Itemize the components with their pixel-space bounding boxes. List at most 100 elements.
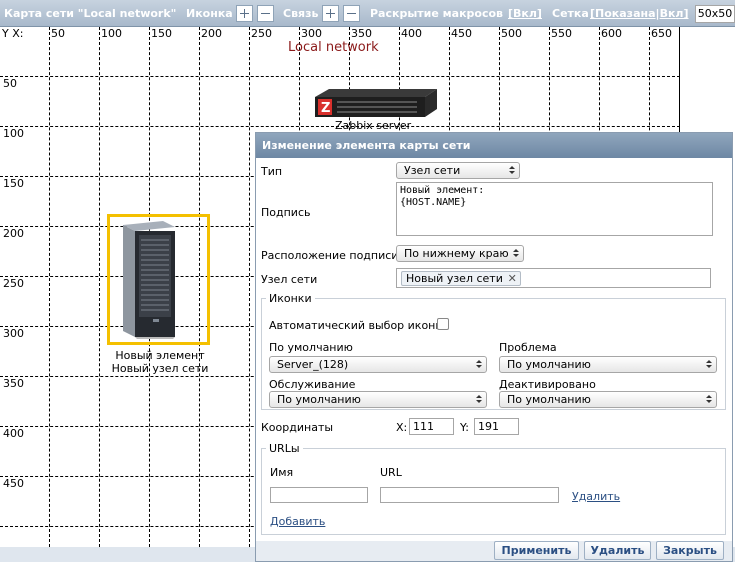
url-input[interactable]: [380, 487, 559, 503]
grid-on-link[interactable]: Вкл]: [660, 7, 689, 20]
auto-icon-checkbox[interactable]: [437, 318, 449, 330]
y-axis-tick-label: 400: [3, 427, 24, 440]
map-name-label: Карта сети "Local network": [4, 7, 177, 20]
remove-url-link[interactable]: Удалить: [572, 490, 620, 503]
urls-legend: URLы: [266, 442, 303, 455]
y-label: Y:: [460, 421, 469, 434]
x-coordinate-input[interactable]: [409, 418, 454, 435]
new-element-label-line2: Новый узел сети: [111, 362, 209, 375]
problem-icon-select[interactable]: По умолчанию: [499, 356, 717, 373]
disabled-icon-label: Деактивировано: [499, 378, 596, 391]
caption-label: Подпись: [261, 206, 311, 219]
y-coordinate-input[interactable]: [474, 418, 519, 435]
problem-icon-value: По умолчанию: [507, 358, 591, 371]
type-select[interactable]: Узел сети: [396, 162, 520, 179]
label-location-label: Расположение подписи: [261, 249, 399, 262]
apply-button[interactable]: Применить: [494, 541, 579, 560]
x-axis-tick-label: 100: [101, 27, 122, 40]
maintenance-icon-value: По умолчанию: [277, 393, 361, 406]
type-select-value: Узел сети: [404, 164, 461, 177]
x-axis-tick-label: 200: [201, 27, 222, 40]
grid-horizontal-line: [0, 76, 679, 77]
x-axis-tick-label: 600: [601, 27, 622, 40]
y-axis-tick-label: 350: [3, 377, 24, 390]
y-axis-tick-label: 50: [3, 77, 17, 90]
url-column: URL: [380, 466, 402, 479]
host-tag[interactable]: Новый узел сети ✕: [401, 271, 521, 286]
default-icon-value: Server_(128): [277, 358, 349, 371]
add-url-link[interactable]: Добавить: [270, 515, 325, 528]
x-axis-tick-label: 550: [551, 27, 572, 40]
x-axis-tick-label: 650: [651, 27, 672, 40]
new-element-label-line1: Новый элемент: [115, 349, 205, 362]
select-arrows-icon: [476, 360, 482, 369]
y-axis-tick-label: 150: [3, 177, 24, 190]
icons-legend: Иконки: [266, 292, 315, 305]
x-axis-tick-label: 250: [251, 27, 272, 40]
default-icon-select[interactable]: Server_(128): [269, 356, 487, 373]
axis-corner-label: Y X:: [2, 27, 24, 40]
x-axis-tick-label: 300: [301, 27, 322, 40]
link-label: Связь: [283, 7, 319, 20]
map-title: Local network: [288, 40, 379, 55]
close-button[interactable]: Закрыть: [656, 541, 724, 560]
disabled-icon-select[interactable]: По умолчанию: [499, 391, 717, 408]
grid-label: Сетка: [552, 7, 589, 20]
type-label: Тип: [261, 165, 283, 178]
edit-map-element-dialog: Изменение элемента карты сети Тип Узел с…: [255, 132, 733, 562]
remove-icon-button[interactable]: [257, 5, 274, 22]
y-axis-tick-label: 250: [3, 277, 24, 290]
disabled-icon-value: По умолчанию: [507, 393, 591, 406]
url-name-column: Имя: [270, 466, 294, 479]
label-location-select[interactable]: По нижнему краю: [396, 245, 524, 262]
maintenance-icon-select[interactable]: По умолчанию: [269, 391, 487, 408]
delete-button[interactable]: Удалить: [584, 541, 651, 560]
maintenance-icon-label: Обслуживание: [269, 378, 356, 391]
caption-textarea[interactable]: Новый элемент: {HOST.NAME}: [396, 182, 713, 236]
x-axis-tick-label: 450: [451, 27, 472, 40]
new-element[interactable]: [117, 219, 197, 339]
zabbix-server-element[interactable]: Z: [309, 87, 439, 119]
x-axis-tick-label: 350: [351, 27, 372, 40]
zabbix-server-label: Zabbix server: [335, 119, 412, 132]
host-label: Узел сети: [261, 273, 318, 286]
add-icon-button[interactable]: [236, 5, 253, 22]
x-axis-tick-label: 500: [501, 27, 522, 40]
select-arrows-icon: [476, 395, 482, 404]
dialog-title: Изменение элемента карты сети: [256, 133, 732, 158]
default-icon-label: По умолчанию: [269, 341, 353, 354]
x-axis-tick-label: 150: [151, 27, 172, 40]
select-arrows-icon: [706, 360, 712, 369]
macros-toggle-link[interactable]: [Вкл]: [508, 7, 542, 20]
select-arrows-icon: [513, 249, 519, 258]
y-axis-tick-label: 300: [3, 327, 24, 340]
remove-tag-icon[interactable]: ✕: [508, 272, 517, 285]
grid-show-toggle[interactable]: [Показана|Вкл]: [590, 7, 689, 20]
tower-server-icon: [123, 221, 175, 339]
auto-icon-label: Автоматический выбор иконки: [269, 319, 450, 332]
rack-server-icon: Z: [315, 89, 437, 117]
url-name-input[interactable]: [270, 487, 368, 503]
select-arrows-icon: [509, 166, 515, 175]
grid-vertical-line: [49, 27, 50, 547]
y-axis-tick-label: 200: [3, 227, 24, 240]
macros-label: Раскрытие макросов: [370, 7, 504, 20]
map-header-bar: Карта сети "Local network" Иконка Связь …: [0, 0, 735, 27]
host-tag-text: Новый узел сети: [406, 272, 503, 285]
grid-vertical-line: [99, 27, 100, 547]
x-axis-tick-label: 50: [51, 27, 65, 40]
y-axis-tick-label: 100: [3, 127, 24, 140]
y-axis-tick-label: 450: [3, 477, 24, 490]
select-arrows-icon: [706, 395, 712, 404]
grid-size-select[interactable]: 50x50: [695, 5, 735, 23]
grid-shown-link[interactable]: [Показана: [590, 7, 656, 20]
svg-text:Z: Z: [321, 101, 330, 116]
add-link-button[interactable]: [322, 5, 339, 22]
grid-vertical-line: [249, 27, 250, 547]
problem-icon-label: Проблема: [499, 341, 557, 354]
remove-link-button[interactable]: [343, 5, 360, 22]
dialog-body: Тип Узел сети Подпись Новый элемент: {HO…: [256, 158, 732, 541]
x-label: X:: [396, 421, 408, 434]
coordinates-label: Координаты: [261, 421, 334, 434]
label-location-value: По нижнему краю: [404, 247, 509, 260]
